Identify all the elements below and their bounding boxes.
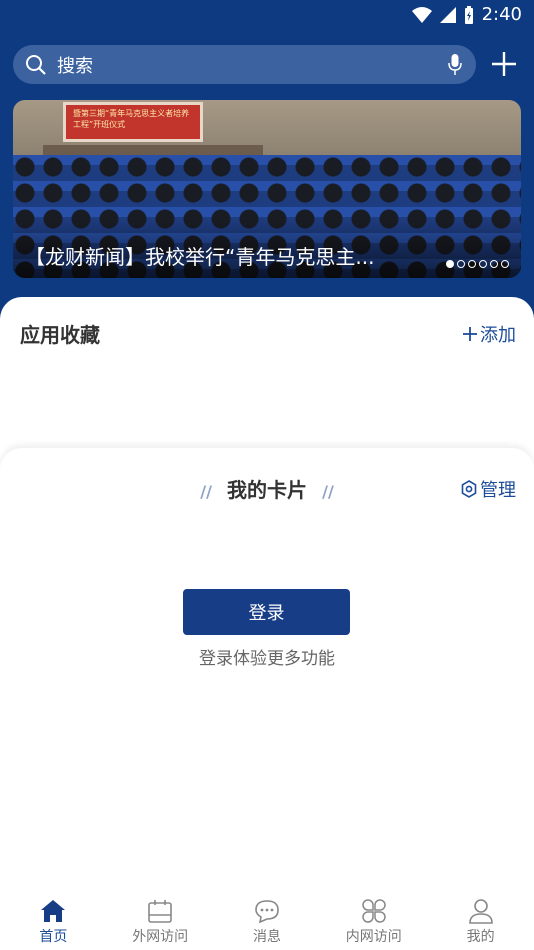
tab-label: 外网访问 (132, 929, 189, 945)
favorites-title: 应用收藏 (20, 323, 100, 347)
carousel-dot[interactable] (457, 260, 465, 268)
tab-internal-access[interactable]: 内网访问 (320, 890, 427, 950)
add-favorite-label: 添加 (480, 325, 516, 346)
status-icons: 2:40 (411, 4, 522, 25)
signal-icon (439, 6, 456, 23)
carousel-dot[interactable] (479, 260, 487, 268)
tab-profile[interactable]: 我的 (427, 890, 534, 950)
search-icon (26, 54, 46, 75)
status-time: 2:40 (481, 4, 522, 25)
manage-button[interactable]: 管理 (460, 476, 516, 502)
tab-label: 消息 (252, 929, 281, 945)
carousel-dot[interactable] (501, 260, 509, 268)
tab-home[interactable]: 首页 (0, 890, 107, 950)
news-carousel[interactable]: 暨第三期“青年马克思主义者培养工程”开班仪式 【龙财新闻】我校举行“青年马克思主… (13, 100, 521, 278)
settings-icon (461, 480, 477, 498)
tab-label: 首页 (39, 929, 68, 945)
decor-slash-icon: // (200, 482, 212, 501)
apps-icon (362, 899, 386, 923)
search-placeholder: 搜索 (57, 55, 93, 77)
banner-screen-text: 暨第三期“青年马克思主义者培养工程”开班仪式 (73, 109, 190, 129)
add-favorite-button[interactable]: 添加 (462, 321, 516, 347)
status-bar: 2:40 (0, 0, 534, 30)
carousel-dot[interactable] (446, 260, 454, 268)
carousel-dot[interactable] (468, 260, 476, 268)
my-cards-section: // 我的卡片 // 管理 登录 登录体验更多功能 (0, 448, 534, 888)
wifi-icon (411, 6, 432, 23)
plus-icon (463, 327, 477, 341)
carousel-indicator (446, 260, 509, 268)
user-icon (468, 899, 493, 924)
chat-icon (255, 900, 279, 924)
home-icon (41, 900, 66, 922)
banner-caption: 【龙财新闻】我校举行“青年马克思主... (25, 245, 375, 269)
tab-external-access[interactable]: 外网访问 (107, 890, 214, 950)
header-area: 2:40 搜索 暨第三期“青年马克思主义者培养工程”开班仪式 【龙财新闻】我校举… (0, 0, 534, 330)
my-cards-title: 我的卡片 (227, 478, 307, 502)
tab-messages[interactable]: 消息 (214, 890, 321, 950)
login-hint: 登录体验更多功能 (199, 649, 335, 669)
decor-slash-icon: // (322, 482, 334, 501)
add-icon[interactable] (490, 50, 518, 78)
calendar-icon (148, 900, 172, 923)
bottom-tab-bar: 首页 外网访问 消息 内网访问 我的 (0, 890, 534, 950)
battery-icon (464, 5, 473, 24)
manage-label: 管理 (480, 480, 516, 501)
tab-label: 内网访问 (345, 929, 402, 945)
my-cards-header: // 我的卡片 // (0, 474, 534, 503)
tab-label: 我的 (466, 929, 495, 945)
search-input[interactable]: 搜索 (13, 45, 476, 84)
microphone-icon[interactable] (448, 54, 462, 76)
login-button[interactable]: 登录 (183, 589, 350, 635)
carousel-dot[interactable] (490, 260, 498, 268)
